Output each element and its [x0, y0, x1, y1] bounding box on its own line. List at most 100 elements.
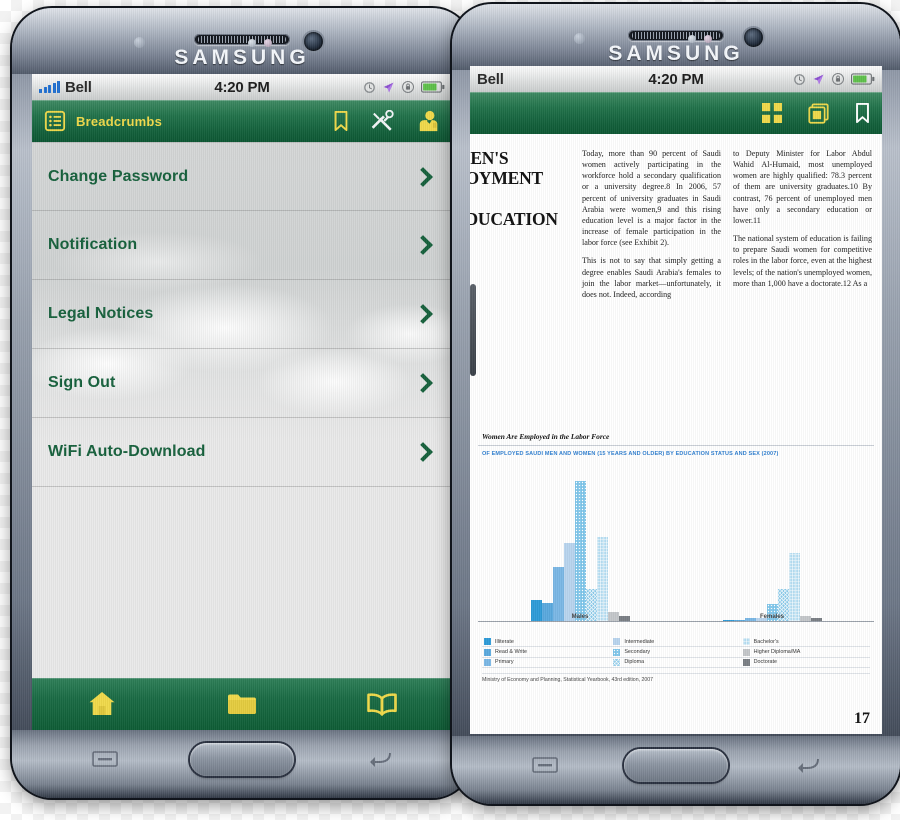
status-right-group — [793, 72, 875, 86]
screen-right: Bell 4:20 PM EN'S OYMENT DUCATION Today,… — [470, 66, 882, 734]
home-hardware-button[interactable] — [624, 749, 728, 782]
chart-group: Females — [676, 467, 868, 621]
tab-home[interactable] — [72, 684, 132, 724]
menu-item-label: Notification — [48, 236, 138, 253]
chart-bar — [788, 553, 800, 621]
heading-line-3: D EDUCATION — [470, 209, 558, 230]
menu-soft-key[interactable] — [92, 750, 118, 768]
legend-column: Intermediate Secondary Diploma — [611, 637, 741, 669]
screen-left: Bell 4:20 PM Breadcrumbs Change Password… — [32, 74, 452, 730]
legend-swatch — [484, 638, 491, 646]
chart-axis — [478, 621, 874, 622]
tools-icon[interactable] — [371, 110, 394, 132]
screenshot-stage: SAMSUNG Bell 4:20 PM Breadcrumbs Change … — [0, 0, 900, 820]
chevron-right-icon — [413, 373, 433, 393]
menu-item-change-password[interactable]: Change Password — [32, 142, 452, 211]
legend-swatch — [742, 658, 750, 666]
folder-icon — [228, 694, 256, 714]
paragraph: to Deputy Minister for Labor Abdul Wahid… — [733, 149, 872, 225]
list-icon[interactable] — [44, 110, 66, 132]
legend-label: Illiterate — [495, 638, 514, 645]
front-camera — [744, 28, 763, 47]
chart-legend: Illiterate Read & Write Primary Intermediat… — [478, 637, 874, 669]
rotation-lock-icon — [832, 73, 844, 85]
status-bar-left: Bell 4:20 PM — [32, 74, 452, 100]
menu-item-wifi-auto-download[interactable]: WiFi Auto-Download — [32, 418, 452, 487]
back-soft-key[interactable] — [794, 756, 820, 774]
layers-icon[interactable] — [808, 102, 829, 124]
chart-bar — [541, 602, 553, 621]
chevron-right-icon — [413, 442, 433, 462]
home-icon — [89, 692, 115, 715]
legend-swatch — [742, 638, 750, 646]
document-column-two: to Deputy Minister for Labor Abdul Wahid… — [733, 148, 872, 307]
legend-column: Illiterate Read & Write Primary — [482, 637, 612, 669]
nav-title: Breadcrumbs — [76, 113, 163, 129]
legend-swatch — [613, 648, 621, 656]
paragraph: Today, more than 90 percent of Saudi wom… — [582, 149, 721, 248]
book-icon — [367, 692, 397, 716]
divider — [478, 445, 874, 446]
chart-source: Ministry of Economy and Planning, Statis… — [482, 677, 654, 684]
proximity-sensor — [574, 33, 585, 44]
battery-icon — [851, 73, 875, 85]
page-number: 17 — [854, 710, 870, 727]
clock-label: 4:20 PM — [214, 78, 270, 96]
settings-list: Change Password Notification Legal Notic… — [32, 142, 452, 487]
menu-soft-key[interactable] — [532, 756, 558, 774]
status-left-group: Bell — [39, 79, 92, 96]
brand-logo: SAMSUNG — [174, 46, 310, 69]
nav-actions-right — [762, 102, 870, 124]
legend-item: Read & Write — [482, 647, 612, 658]
bar-chart: Males Females — [478, 463, 874, 635]
menu-item-label: WiFi Auto-Download — [48, 443, 206, 460]
signal-strength-icon — [39, 80, 60, 93]
menu-item-notification[interactable]: Notification — [32, 211, 452, 280]
document-viewer[interactable]: MEN'S LOYMENT D EDUCATION Today, more th… — [470, 134, 882, 734]
legend-swatch — [484, 648, 491, 656]
menu-item-legal-notices[interactable]: Legal Notices — [32, 280, 452, 349]
tab-library[interactable] — [212, 684, 272, 724]
menu-item-sign-out[interactable]: Sign Out — [32, 349, 452, 418]
chart-bars — [530, 467, 630, 621]
contact-icon[interactable] — [416, 110, 440, 132]
location-arrow-icon — [383, 82, 394, 92]
legend-label: Diploma — [624, 659, 645, 666]
home-hardware-button[interactable] — [190, 743, 294, 776]
legend-swatch — [613, 638, 621, 646]
chart-groups: Males Females — [484, 467, 868, 621]
earpiece-speaker — [194, 34, 290, 45]
legend-swatch — [484, 658, 491, 666]
tab-bar-left — [32, 678, 452, 730]
menu-item-label: Legal Notices — [48, 305, 154, 322]
clock-icon — [364, 81, 375, 93]
chart-group: Males — [484, 467, 676, 621]
legend-item: Diploma — [611, 658, 741, 669]
bookmark-icon[interactable] — [855, 103, 870, 123]
legend-label: Bachelor's — [753, 638, 779, 645]
status-right-group — [363, 80, 445, 94]
chevron-right-icon — [413, 304, 433, 324]
phone-device-left: SAMSUNG Bell 4:20 PM Breadcrumbs Change … — [12, 8, 472, 798]
chart-bar — [552, 566, 564, 621]
legend-item: Higher Diploma/MA — [740, 647, 870, 658]
back-soft-key[interactable] — [366, 750, 392, 768]
phone-device-right: SAMSUNG Bell 4:20 PM EN'S OYMENT DUCATIO… — [452, 4, 900, 804]
menu-item-label: Change Password — [48, 167, 189, 185]
app-nav-bar-left: Breadcrumbs — [32, 100, 452, 142]
clock-label: 4:20 PM — [648, 70, 704, 88]
chart-group-label: Females — [759, 614, 785, 620]
grid-icon[interactable] — [762, 103, 782, 123]
scroll-indicator[interactable] — [470, 284, 476, 376]
phone-top-bezel-left: SAMSUNG — [12, 8, 472, 74]
chart-bars — [722, 467, 822, 621]
bookmark-icon[interactable] — [333, 111, 349, 131]
document-columns: Today, more than 90 percent of Saudi wom… — [582, 148, 872, 307]
tab-reader[interactable] — [352, 684, 412, 724]
legend-item: Illiterate — [482, 637, 612, 648]
app-nav-bar-right — [470, 92, 882, 134]
menu-item-label: Sign Out — [48, 374, 116, 391]
battery-icon — [421, 81, 445, 93]
heading-line-1: MEN'S — [470, 148, 509, 168]
paragraph: This is not to say that simply getting a… — [582, 256, 721, 299]
